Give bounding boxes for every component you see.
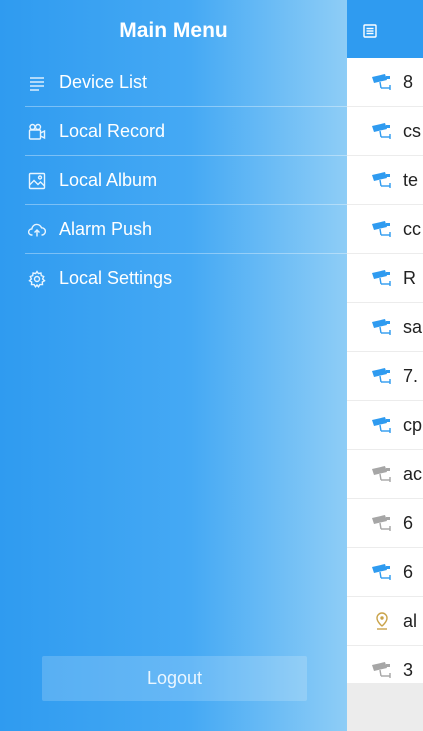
device-row[interactable]: 8	[347, 58, 423, 107]
menu-item-alarm-push[interactable]: Alarm Push	[0, 205, 347, 254]
camera-record-icon	[27, 122, 47, 142]
device-name: 7.	[403, 365, 419, 386]
camera-icon	[369, 464, 395, 484]
device-list-panel: 8 cs te cc Rsa 7. cp ac 6 6 al 3	[347, 0, 423, 731]
camera-icon	[369, 513, 395, 533]
device-row[interactable]: sa	[347, 303, 423, 352]
menu-item-label: Device List	[59, 72, 148, 92]
menu-item-label: Alarm Push	[59, 219, 153, 239]
menu-item-local-settings[interactable]: Local Settings	[0, 254, 347, 303]
device-name: 6	[403, 561, 414, 582]
drawer-title: Main Menu	[119, 19, 228, 42]
device-row[interactable]: 7.	[347, 352, 423, 401]
list-icon	[27, 73, 47, 93]
camera-icon	[369, 366, 395, 386]
camera-icon	[369, 121, 395, 141]
camera-icon	[369, 317, 395, 337]
main-menu-drawer: Main Menu Device List Local Record Local…	[0, 0, 347, 731]
device-row[interactable]: cs	[347, 107, 423, 156]
logout-button[interactable]: Logout	[42, 656, 307, 701]
camera-icon	[369, 170, 395, 190]
camera-icon	[369, 268, 395, 288]
device-name: R	[403, 267, 416, 288]
device-name: 3	[403, 659, 414, 680]
device-name: 6	[403, 512, 414, 533]
menu-item-label: Local Album	[59, 170, 158, 190]
device-row[interactable]: R	[347, 254, 423, 303]
menu-item-label: Local Settings	[59, 268, 173, 288]
location-pin-icon	[369, 611, 395, 631]
device-row[interactable]: al	[347, 597, 423, 646]
device-name: cp	[403, 414, 423, 435]
camera-icon	[369, 660, 395, 680]
gear-icon	[27, 269, 47, 289]
image-icon	[27, 171, 47, 191]
device-row[interactable]: cc	[347, 205, 423, 254]
menu-item-label: Local Record	[59, 121, 166, 141]
device-name: sa	[403, 316, 423, 337]
device-row[interactable]: cp	[347, 401, 423, 450]
device-row[interactable]: ac	[347, 450, 423, 499]
device-row[interactable]: 6	[347, 499, 423, 548]
device-name: ac	[403, 463, 423, 484]
device-name: al	[403, 610, 418, 631]
device-list-header	[347, 0, 423, 58]
camera-icon	[369, 219, 395, 239]
device-name: cc	[403, 218, 421, 239]
cloud-upload-icon	[27, 220, 47, 240]
device-row[interactable]: 6	[347, 548, 423, 597]
camera-icon	[369, 72, 395, 92]
camera-icon	[369, 562, 395, 582]
device-name: cs	[403, 120, 421, 141]
menu-item-local-record[interactable]: Local Record	[0, 107, 347, 156]
device-name: te	[403, 169, 419, 190]
menu-list: Device List Local Record Local Album Ala…	[0, 58, 347, 303]
camera-icon	[369, 415, 395, 435]
list-icon[interactable]	[363, 24, 377, 38]
device-name: 8	[403, 71, 414, 92]
device-list-footer	[347, 683, 423, 731]
menu-item-local-album[interactable]: Local Album	[0, 156, 347, 205]
menu-item-device-list[interactable]: Device List	[0, 58, 347, 107]
device-row[interactable]: te	[347, 156, 423, 205]
